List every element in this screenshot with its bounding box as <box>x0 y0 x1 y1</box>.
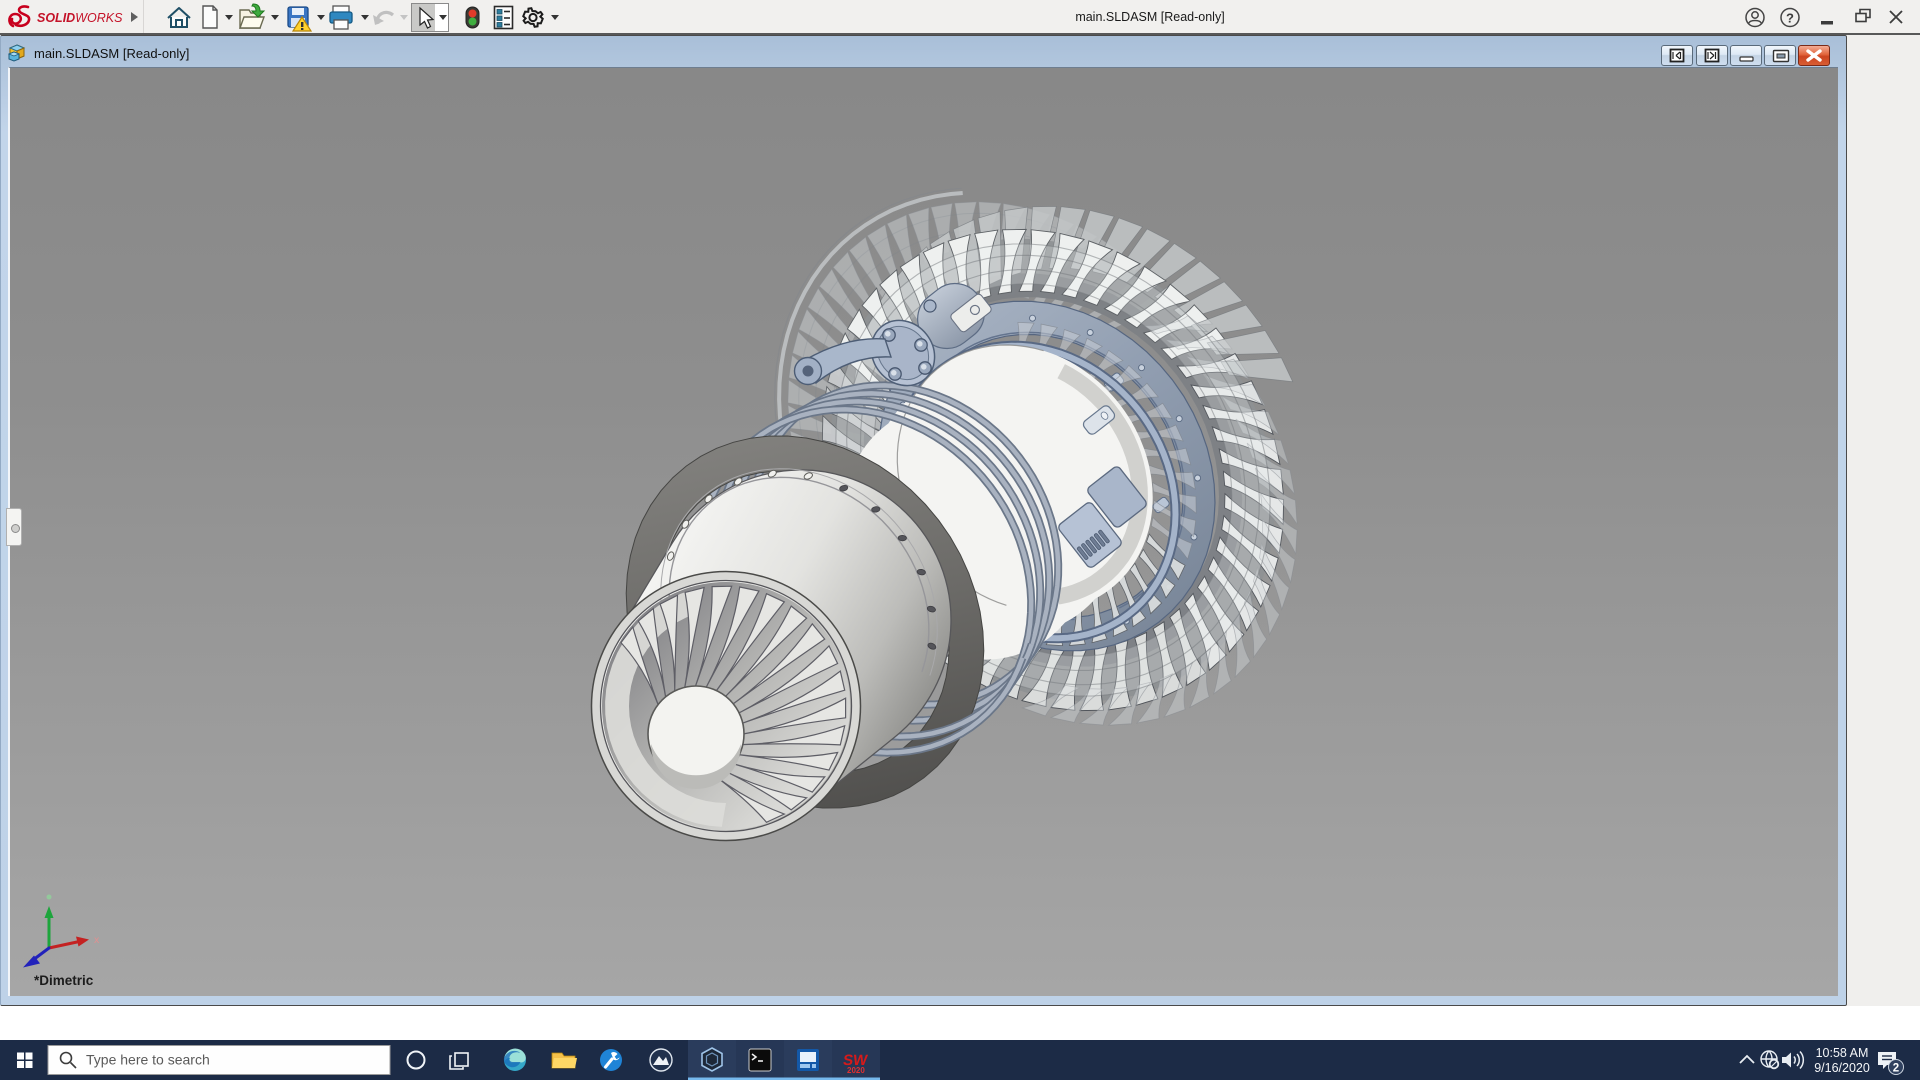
svg-text:x: x <box>94 934 100 946</box>
svg-text:10:58 AM: 10:58 AM <box>1816 1046 1869 1060</box>
svg-text:Type here to search: Type here to search <box>86 1052 210 1068</box>
svg-text:SOLIDWORKS: SOLIDWORKS <box>37 11 123 25</box>
svg-text:9/16/2020: 9/16/2020 <box>1814 1061 1870 1075</box>
svg-text:2: 2 <box>1893 1063 1899 1075</box>
svg-text:2020: 2020 <box>847 1066 865 1075</box>
svg-text:?: ? <box>1786 11 1794 26</box>
